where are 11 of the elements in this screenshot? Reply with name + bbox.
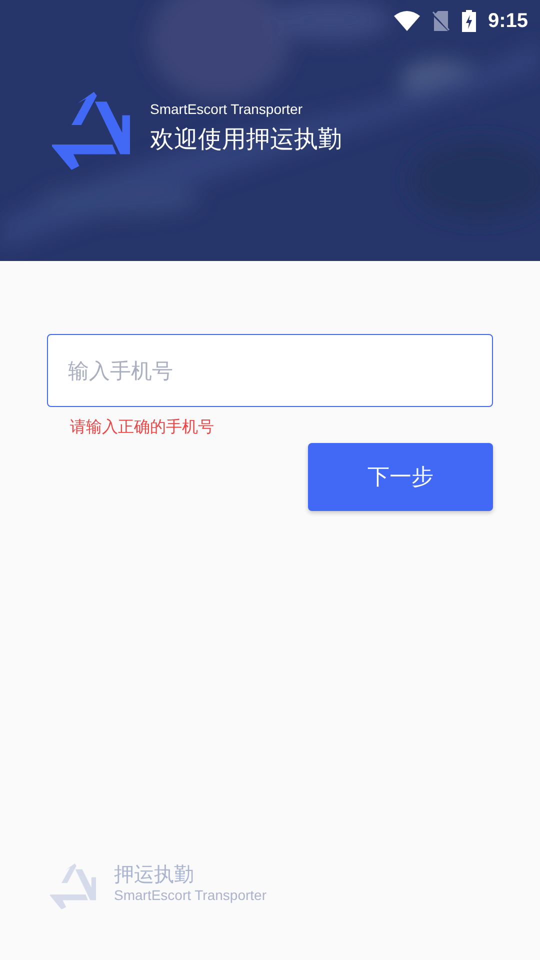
error-message: 请输入正确的手机号 (70, 416, 215, 438)
phone-input-field[interactable]: 输入手机号 (47, 334, 493, 407)
next-button[interactable]: 下一步 (308, 443, 493, 511)
no-sim-icon (432, 11, 450, 31)
footer-subtitle: SmartEscort Transporter (114, 886, 266, 906)
welcome-title: 欢迎使用押运执勤 (150, 124, 342, 155)
brand-subtitle: SmartEscort Transporter (150, 100, 304, 118)
status-time: 9:15 (488, 9, 528, 34)
battery-charging-icon (462, 10, 476, 32)
footer-title: 押运执勤 (114, 863, 195, 886)
wifi-icon (394, 11, 420, 31)
